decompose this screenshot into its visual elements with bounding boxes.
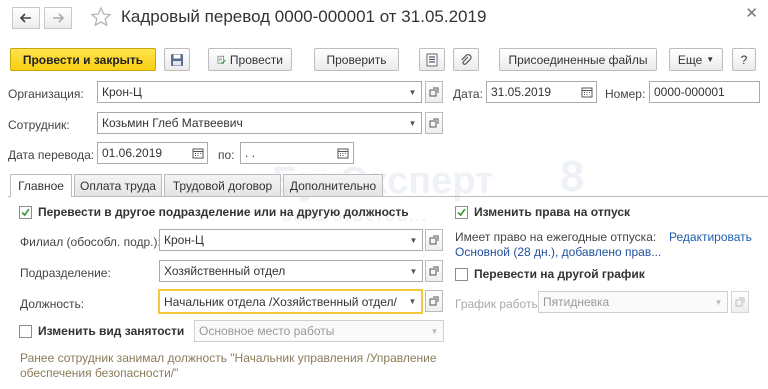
transfer-to-label: по: [218, 148, 235, 162]
transfer-to-value: . . [245, 146, 256, 160]
employment-field[interactable]: Основное место работы [194, 320, 444, 342]
open-form-icon [429, 87, 439, 97]
vacation-checkbox-label: Изменить права на отпуск [474, 205, 630, 219]
branch-value: Крон-Ц [164, 233, 204, 247]
schedule-field[interactable]: Пятидневка [538, 291, 728, 313]
employee-value: Козьмин Глеб Матвеевич [102, 116, 243, 130]
date-value: 31.05.2019 [491, 85, 552, 99]
employment-checkbox[interactable] [19, 325, 32, 338]
vacation-rights-label: Имеет право на ежегодные отпуска: [455, 230, 657, 244]
post-and-close-button[interactable]: Провести и закрыть [10, 48, 156, 71]
save-button[interactable] [164, 48, 190, 71]
transfer-date-value: 01.06.2019 [102, 146, 163, 160]
schedule-open-button[interactable] [731, 291, 749, 313]
attach-button[interactable] [453, 48, 479, 71]
arrow-right-icon [53, 13, 65, 23]
window-title: Кадровый перевод 0000-000001 от 31.05.20… [121, 7, 487, 26]
department-label: Подразделение: [20, 266, 111, 280]
post-button[interactable]: Провести [208, 48, 292, 71]
open-form-icon [429, 235, 439, 245]
forward-button[interactable] [44, 7, 72, 29]
employment-value: Основное место работы [199, 324, 335, 338]
post-document-icon [217, 55, 226, 64]
vacation-checkbox[interactable] [455, 206, 468, 219]
schedule-checkbox[interactable] [455, 268, 468, 281]
previous-position-note: Ранее сотрудник занимал должность "Начал… [20, 351, 437, 380]
employee-open-button[interactable] [425, 112, 443, 134]
employee-field[interactable]: Козьмин Глеб Матвеевич [97, 112, 422, 134]
department-open-button[interactable] [425, 260, 443, 282]
checkmark-icon [457, 208, 466, 217]
chevron-down-icon: ▼ [706, 55, 715, 64]
number-value: 0000-000001 [654, 85, 725, 99]
tab-main[interactable]: Главное [10, 174, 72, 197]
branch-open-button[interactable] [425, 229, 443, 251]
checkmark-icon [21, 208, 30, 217]
watermark-digit: 8 [560, 152, 585, 201]
department-dropdown-icon[interactable]: ▼ [405, 261, 422, 281]
date-calendar-icon[interactable] [578, 82, 596, 102]
attached-files-button[interactable]: Присоединенные файлы [499, 48, 657, 71]
floppy-disk-icon [171, 53, 183, 66]
more-button-label: Еще [677, 52, 703, 67]
branch-field[interactable]: Крон-Ц [159, 229, 423, 251]
date-label: Дата: [453, 87, 483, 101]
employment-checkbox-label: Изменить вид занятости [38, 324, 185, 338]
more-button[interactable]: Еще ▼ [669, 48, 723, 71]
open-form-icon [429, 296, 439, 306]
check-button[interactable]: Проверить [314, 48, 399, 71]
tab-strip-line [8, 196, 768, 197]
organization-field[interactable]: Крон-Ц [97, 81, 422, 103]
transfer-checkbox-label: Перевести в другое подразделение или на … [38, 205, 409, 219]
report-list-icon [426, 53, 438, 66]
employee-label: Сотрудник: [8, 118, 70, 132]
employment-dropdown-icon[interactable]: ▼ [426, 321, 443, 341]
post-button-label: Провести [229, 52, 283, 67]
position-dropdown-icon[interactable]: ▼ [404, 291, 421, 311]
organization-dropdown-icon[interactable]: ▼ [404, 82, 421, 102]
open-form-icon [429, 266, 439, 276]
transfer-checkbox[interactable] [19, 206, 32, 219]
vacation-rights-value: Основной (28 дн.), добавлено прав... [455, 245, 662, 259]
help-button[interactable]: ? [732, 48, 756, 71]
transfer-date-label: Дата перевода: [8, 148, 95, 162]
number-label: Номер: [605, 87, 646, 101]
favorite-star-icon[interactable] [90, 6, 112, 28]
vacation-edit-link[interactable]: Редактировать [669, 230, 752, 244]
tab-payroll[interactable]: Оплата труда [74, 174, 162, 196]
organization-value: Крон-Ц [102, 85, 142, 99]
department-value: Хозяйственный отдел [164, 264, 286, 278]
position-open-button[interactable] [425, 290, 443, 312]
branch-label: Филиал (обособл. подр.): [20, 235, 161, 249]
schedule-value: Пятидневка [543, 295, 610, 309]
organization-label: Организация: [8, 87, 84, 101]
number-field[interactable]: 0000-000001 [649, 81, 760, 103]
paperclip-icon [461, 53, 472, 65]
schedule-checkbox-label: Перевести на другой график [474, 267, 645, 281]
tab-employment-contract[interactable]: Трудовой договор [164, 174, 281, 196]
schedule-dropdown-icon[interactable]: ▼ [710, 292, 727, 312]
back-button[interactable] [12, 7, 40, 29]
schedule-label: График работы: [455, 297, 544, 311]
employee-dropdown-icon[interactable]: ▼ [404, 113, 421, 133]
report-button[interactable] [419, 48, 445, 71]
open-form-icon [429, 118, 439, 128]
position-value: Начальник отдела /Хозяйственный отдел/ [164, 294, 397, 309]
arrow-left-icon [19, 13, 31, 23]
transfer-date-calendar-icon[interactable] [189, 143, 207, 163]
position-label: Должность: [20, 297, 85, 311]
branch-dropdown-icon[interactable]: ▼ [405, 230, 422, 250]
transfer-to-calendar-icon[interactable] [334, 143, 352, 163]
department-field[interactable]: Хозяйственный отдел [159, 260, 423, 282]
close-icon[interactable]: ✕ [745, 4, 758, 22]
open-form-icon [735, 297, 745, 307]
position-field[interactable]: Начальник отдела /Хозяйственный отдел/ [158, 289, 423, 314]
tab-additional[interactable]: Дополнительно [283, 174, 383, 196]
organization-open-button[interactable] [425, 81, 443, 103]
